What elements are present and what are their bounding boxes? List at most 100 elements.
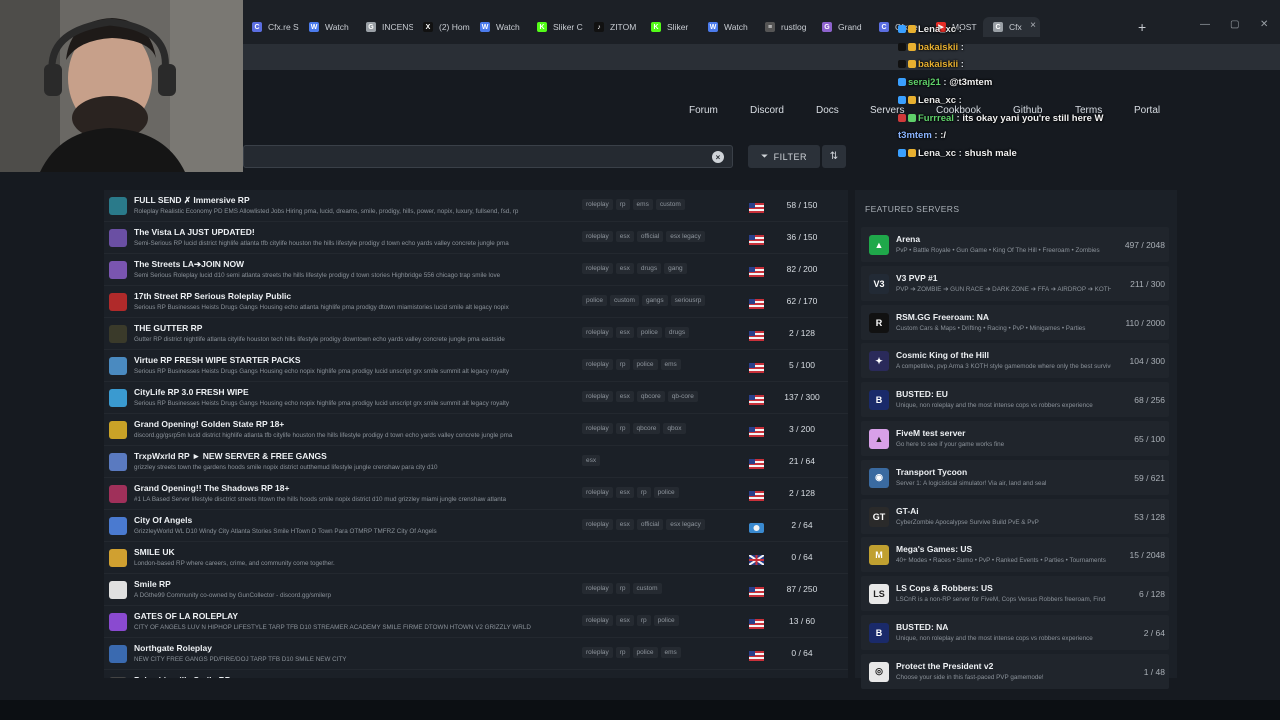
server-tag[interactable]: gang xyxy=(664,263,687,274)
server-tag[interactable]: esx xyxy=(615,231,634,242)
server-row[interactable]: CityLife RP 3.0 FRESH WIPE Serious RP Bus… xyxy=(104,382,848,414)
server-tag[interactable]: official xyxy=(636,231,664,242)
featured-server-row[interactable]: R RSM.GG Freeroam: NA Custom Cars & Maps •… xyxy=(861,304,1169,340)
featured-server-row[interactable]: ✦ Cosmic King of the Hill A competitive, p… xyxy=(861,343,1169,379)
server-tag[interactable]: roleplay xyxy=(582,519,613,530)
server-row[interactable]: Grand Opening!! The Shadows RP 18+ #1 LA … xyxy=(104,478,848,510)
featured-server-row[interactable]: V3 V3 PVP #1 PVP ➔ ZOMBIE ➔ GUN RACE ➔ DAR… xyxy=(861,265,1169,301)
nav-portal[interactable]: Portal xyxy=(1134,105,1160,116)
server-tag[interactable]: rp xyxy=(615,359,630,370)
filter-button[interactable]: ⏷ FILTER xyxy=(748,145,820,168)
server-tag[interactable]: custom xyxy=(609,295,639,306)
server-tag[interactable]: police xyxy=(632,647,658,658)
server-tag[interactable]: roleplay xyxy=(582,391,613,402)
server-tag[interactable]: esx xyxy=(615,519,634,530)
browser-tab[interactable]: G INCENS xyxy=(356,17,413,37)
server-tag[interactable]: rp xyxy=(615,423,630,434)
server-tag[interactable]: esx legacy xyxy=(666,231,705,242)
server-tag[interactable]: custom xyxy=(632,583,662,594)
server-tag[interactable]: esx xyxy=(582,455,601,466)
sort-button[interactable]: ⇅ xyxy=(822,145,846,168)
server-tag[interactable]: esx xyxy=(615,487,634,498)
server-row[interactable]: Grand Opening! Golden State RP 18+ discor… xyxy=(104,414,848,446)
clear-search-icon[interactable]: × xyxy=(712,151,724,163)
server-tag[interactable]: ems xyxy=(660,647,681,658)
server-tag[interactable]: roleplay xyxy=(582,423,613,434)
server-tag[interactable]: roleplay xyxy=(582,231,613,242)
server-tag[interactable]: roleplay xyxy=(582,487,613,498)
minimize-icon[interactable]: — xyxy=(1200,19,1210,30)
server-row[interactable]: TrxpWxrld RP ► NEW SERVER & FREE GANGS gr… xyxy=(104,446,848,478)
server-tag[interactable]: roleplay xyxy=(582,615,613,626)
server-row[interactable]: Smile RP A DGthe99 Community co-owned by … xyxy=(104,574,848,606)
server-tag[interactable]: roleplay xyxy=(582,263,613,274)
server-row[interactable]: 17th Street RP Serious Roleplay Public Se… xyxy=(104,286,848,318)
browser-tab[interactable]: G Grand xyxy=(812,17,869,37)
featured-server-row[interactable]: B BUSTED: NA Unique, non roleplay and the … xyxy=(861,615,1169,650)
browser-tab[interactable]: W Watch xyxy=(698,17,755,37)
server-tag[interactable]: qbcore xyxy=(632,423,661,434)
server-row[interactable]: The Vista LA JUST UPDATED! Semi-Serious R… xyxy=(104,222,848,254)
server-tag[interactable]: drugs xyxy=(636,263,662,274)
server-tag[interactable]: police xyxy=(582,295,607,306)
featured-server-row[interactable]: ◉ Transport Tycoon Server 1: A logicistica… xyxy=(861,459,1169,495)
server-tag[interactable]: police xyxy=(632,359,658,370)
featured-server-row[interactable]: LS LS Cops & Robbers: US LSCnR is a non-RP… xyxy=(861,576,1169,612)
browser-tab[interactable]: K Sliker xyxy=(641,17,698,37)
nav-forum[interactable]: Forum xyxy=(689,105,718,116)
close-window-icon[interactable]: ✕ xyxy=(1260,19,1268,30)
featured-server-row[interactable]: ▲ Arena PvP • Battle Royale • Gun Game • K… xyxy=(861,227,1169,262)
browser-tab[interactable]: ♪ ZITOM xyxy=(584,17,641,37)
server-tag[interactable]: qb-core xyxy=(667,391,698,402)
server-tag[interactable]: custom xyxy=(655,199,685,210)
server-tag[interactable]: seriousrp xyxy=(670,295,706,306)
nav-discord[interactable]: Discord xyxy=(750,105,784,116)
server-tag[interactable]: rp xyxy=(615,199,630,210)
server-row[interactable]: Virtue RP FRESH WIPE STARTER PACKS Seriou… xyxy=(104,350,848,382)
server-tag[interactable]: esx legacy xyxy=(666,519,705,530)
server-tag[interactable]: police xyxy=(653,487,679,498)
browser-tab[interactable]: ≡ rustlog xyxy=(755,17,812,37)
maximize-icon[interactable]: ▢ xyxy=(1230,19,1239,30)
server-tag[interactable]: ems xyxy=(660,359,681,370)
server-tag[interactable]: rp xyxy=(615,583,630,594)
server-row[interactable]: SMILE UK London-based RP where careers, c… xyxy=(104,542,848,574)
server-tag[interactable]: esx xyxy=(615,327,634,338)
server-row[interactable]: The Streets LA➔JOIN NOW Semi Serious Role… xyxy=(104,254,848,286)
featured-server-row[interactable]: GT GT-Ai CyberZombie Apocalypse Survive Bu… xyxy=(861,498,1169,534)
server-row[interactable]: FULL SEND ✗ Immersive RP Roleplay Realist… xyxy=(104,190,848,222)
server-tag[interactable]: ems xyxy=(632,199,653,210)
browser-tab[interactable]: W Watch xyxy=(470,17,527,37)
server-row[interactable]: Northgate Roleplay NEW CITY FREE GANGS PD… xyxy=(104,638,848,670)
server-search-input[interactable]: × xyxy=(243,145,733,168)
server-tag[interactable]: esx xyxy=(615,263,634,274)
server-tag[interactable]: police xyxy=(653,615,679,626)
browser-tab[interactable]: W Watch xyxy=(299,17,356,37)
featured-server-row[interactable]: ▲ FiveM test server Go here to see if your… xyxy=(861,421,1169,456)
server-row[interactable]: City Of Angels GrizzleyWorld WL D10 Windy… xyxy=(104,510,848,542)
server-tag[interactable]: rp xyxy=(636,615,651,626)
server-tag[interactable]: roleplay xyxy=(582,583,613,594)
browser-tab[interactable]: K Sliker C xyxy=(527,17,584,37)
server-tag[interactable]: rp xyxy=(636,487,651,498)
browser-tab[interactable]: C Cfx.re S xyxy=(242,17,299,37)
server-tag[interactable]: qbcore xyxy=(636,391,665,402)
server-tag[interactable]: roleplay xyxy=(582,327,613,338)
server-tag[interactable]: esx xyxy=(615,391,634,402)
server-tag[interactable]: esx xyxy=(615,615,634,626)
server-tag[interactable]: roleplay xyxy=(582,199,613,210)
close-tab-icon[interactable]: × xyxy=(1030,20,1036,31)
server-tag[interactable]: drugs xyxy=(664,327,690,338)
featured-server-row[interactable]: M Mega's Games: US 40+ Modes • Races • Sum… xyxy=(861,537,1169,573)
browser-tab[interactable]: X (2) Hom xyxy=(413,17,470,37)
server-tag[interactable]: police xyxy=(636,327,662,338)
server-tag[interactable]: roleplay xyxy=(582,647,613,658)
server-tag[interactable]: rp xyxy=(615,647,630,658)
server-row[interactable]: GATES OF LA ROLEPLAY CITY OF ANGELS LUV N… xyxy=(104,606,848,638)
featured-server-row[interactable]: ◎ Protect the President v2 Choose your sid… xyxy=(861,653,1169,689)
server-tag[interactable]: roleplay xyxy=(582,359,613,370)
browser-tab[interactable]: C Cfx × xyxy=(983,17,1040,37)
server-row[interactable]: THE GUTTER RP Gutter RP district nightlif… xyxy=(104,318,848,350)
server-tag[interactable]: qbox xyxy=(663,423,686,434)
featured-server-row[interactable]: B BUSTED: EU Unique, non roleplay and the … xyxy=(861,382,1169,418)
